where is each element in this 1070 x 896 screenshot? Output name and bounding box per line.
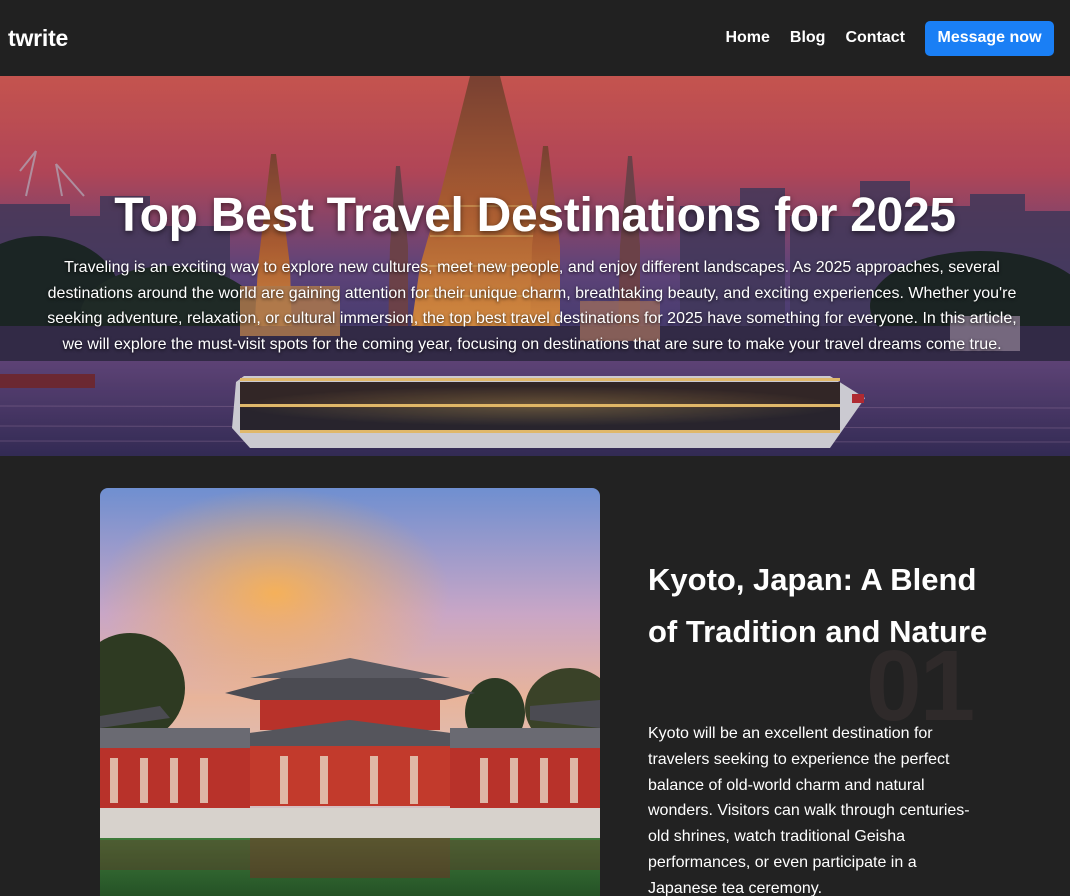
navbar: twrite Home Blog Contact Message now [0, 0, 1070, 76]
main-nav: Home Blog Contact Message now [725, 20, 1054, 56]
article-title: Kyoto, Japan: A Blend of Tradition and N… [648, 562, 988, 649]
kyoto-temple-illustration [100, 488, 600, 896]
hero-title: Top Best Travel Destinations for 2025 [114, 189, 956, 242]
kyoto-temple-image [100, 488, 600, 896]
hero-content: Top Best Travel Destinations for 2025 Tr… [0, 76, 1070, 456]
message-now-button[interactable]: Message now [925, 20, 1054, 56]
brand-logo[interactable]: twrite [8, 25, 68, 52]
hero-section: Top Best Travel Destinations for 2025 Tr… [0, 76, 1070, 456]
nav-link-blog[interactable]: Blog [790, 29, 826, 47]
hero-intro-text: Traveling is an exciting way to explore … [47, 259, 1017, 353]
article-body: Kyoto will be an excellent destination f… [648, 725, 970, 896]
nav-link-home[interactable]: Home [725, 29, 769, 47]
nav-link-contact[interactable]: Contact [845, 29, 905, 47]
destination-article: 01 Kyoto, Japan: A Blend of Tradition an… [0, 456, 1070, 896]
